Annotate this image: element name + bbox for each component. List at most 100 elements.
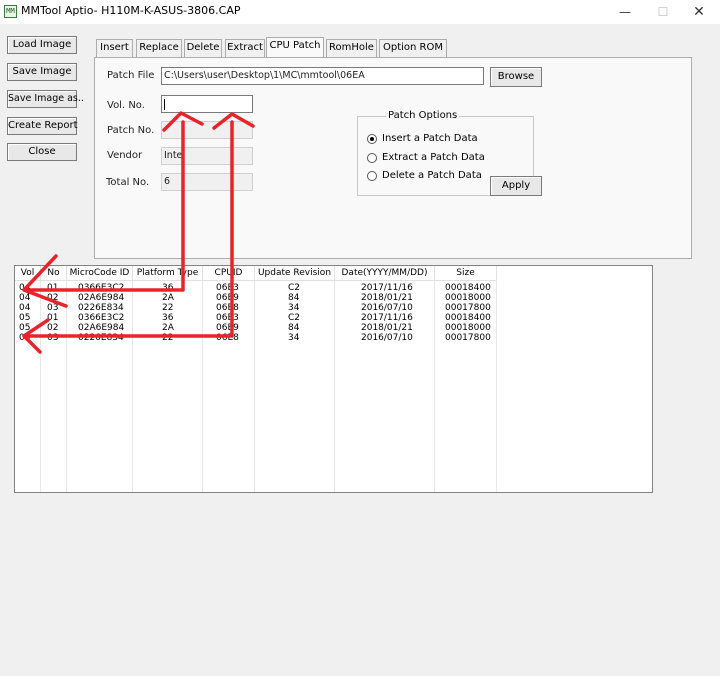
table-cell: 00018400	[445, 313, 491, 323]
table-cell: 00018400	[445, 283, 491, 293]
radio-extract-patch[interactable]	[367, 153, 377, 163]
table-cell: 0366E3C2	[78, 283, 125, 293]
save-image-as-button[interactable]: Save Image as..	[7, 90, 84, 108]
table-cell: 2A	[162, 293, 174, 303]
table-cell: 02A6E984	[78, 323, 125, 333]
table-cell: 2018/01/21	[361, 323, 413, 333]
table-cell: C2	[288, 313, 301, 323]
column-divider	[202, 281, 203, 492]
table-cell: 2018/01/21	[361, 293, 413, 303]
table-cell: 04	[19, 293, 31, 303]
column-header-platform-type[interactable]: Platform Type	[133, 266, 203, 281]
column-header-cpuid[interactable]: CPUID	[203, 266, 255, 281]
column-divider	[254, 281, 255, 492]
save-image-button[interactable]: Save Image	[7, 63, 77, 81]
minimize-button[interactable]: —	[610, 2, 640, 22]
vendor-label: Vendor	[107, 150, 143, 161]
tab-replace[interactable]: Replace	[136, 39, 182, 57]
table-cell: 00018000	[445, 293, 491, 303]
table-cell: 03	[47, 333, 59, 343]
title-bar: MM MMTool Aptio- H110M-K-ASUS-3806.CAP —…	[0, 0, 720, 24]
column-divider	[40, 281, 41, 492]
column-header-date[interactable]: Date(YYYY/MM/DD)	[335, 266, 435, 281]
table-cell: 03	[47, 303, 59, 313]
close-window-button[interactable]: ✕	[684, 2, 714, 22]
close-button[interactable]: Close	[7, 143, 77, 161]
column-divider	[132, 281, 133, 492]
tab-cpu-patch[interactable]: CPU Patch	[266, 37, 324, 57]
total-no-label: Total No.	[106, 177, 150, 188]
table-cell: 22	[162, 333, 174, 343]
table-cell: 02A6E984	[78, 293, 125, 303]
column-header-update-revision[interactable]: Update Revision	[255, 266, 335, 281]
tab-option-rom[interactable]: Option ROM	[379, 39, 447, 57]
column-divider	[334, 281, 335, 492]
table-cell: 00017800	[445, 303, 491, 313]
table-cell: 2016/07/10	[361, 333, 413, 343]
load-image-button[interactable]: Load Image	[7, 36, 77, 54]
table-cell: 06E9	[216, 293, 239, 303]
tab-romhole[interactable]: RomHole	[326, 39, 377, 57]
app-icon: MM	[4, 5, 17, 18]
radio-delete-patch[interactable]	[367, 171, 377, 181]
column-divider	[434, 281, 435, 492]
patch-no-label: Patch No.	[107, 125, 155, 136]
table-cell: 84	[288, 293, 300, 303]
table-cell: 01	[47, 283, 59, 293]
table-cell: 0226E834	[78, 303, 124, 313]
patch-options-title: Patch Options	[386, 110, 460, 121]
column-header-microcode-id[interactable]: MicroCode ID	[67, 266, 133, 281]
table-cell: 05	[19, 323, 31, 333]
table-cell: 34	[288, 333, 300, 343]
table-cell: 02	[47, 293, 59, 303]
table-cell: C2	[288, 283, 301, 293]
tab-insert[interactable]: Insert	[96, 39, 133, 57]
maximize-button[interactable]: ☐	[648, 2, 678, 22]
table-cell: 06E3	[216, 313, 239, 323]
table-cell: 06E3	[216, 283, 239, 293]
table-cell: 0366E3C2	[78, 313, 125, 323]
vol-no-field[interactable]	[161, 95, 253, 113]
table-cell: 36	[162, 283, 174, 293]
table-cell: 05	[19, 333, 31, 343]
radio-insert-patch-label[interactable]: Insert a Patch Data	[382, 133, 478, 144]
table-cell: 34	[288, 303, 300, 313]
column-divider	[496, 281, 497, 492]
table-cell: 2016/07/10	[361, 303, 413, 313]
patch-file-label: Patch File	[107, 70, 155, 81]
tab-delete[interactable]: Delete	[184, 39, 222, 57]
radio-delete-patch-label[interactable]: Delete a Patch Data	[382, 170, 482, 181]
table-cell: 02	[47, 323, 59, 333]
patch-no-field	[161, 121, 253, 139]
table-cell: 00017800	[445, 333, 491, 343]
browse-button[interactable]: Browse	[490, 67, 542, 87]
microcode-table[interactable]: Vol No MicroCode ID Platform Type CPUID …	[14, 265, 653, 493]
create-report-button[interactable]: Create Report	[7, 117, 78, 135]
tab-extract[interactable]: Extract	[225, 39, 265, 57]
radio-extract-patch-label[interactable]: Extract a Patch Data	[382, 152, 485, 163]
column-header-size[interactable]: Size	[435, 266, 497, 281]
total-no-field: 6	[161, 173, 253, 191]
table-cell: 00018000	[445, 323, 491, 333]
table-cell: 05	[19, 313, 31, 323]
apply-button[interactable]: Apply	[490, 176, 542, 196]
table-cell: 0226E834	[78, 333, 124, 343]
vol-no-label: Vol. No.	[107, 100, 145, 111]
column-header-vol[interactable]: Vol	[15, 266, 41, 281]
table-cell: 2A	[162, 323, 174, 333]
column-header-no[interactable]: No	[41, 266, 67, 281]
table-cell: 04	[19, 283, 31, 293]
table-cell: 36	[162, 313, 174, 323]
table-cell: 06E9	[216, 323, 239, 333]
window-title: MMTool Aptio- H110M-K-ASUS-3806.CAP	[21, 4, 241, 17]
table-cell: 04	[19, 303, 31, 313]
table-cell: 01	[47, 313, 59, 323]
patch-file-field[interactable]: C:\Users\user\Desktop\1\MC\mmtool\06EA	[161, 67, 484, 85]
vendor-field: Intel	[161, 147, 253, 165]
text-caret	[164, 99, 165, 110]
radio-insert-patch[interactable]	[367, 134, 377, 144]
table-cell: 06E8	[216, 333, 239, 343]
column-divider	[66, 281, 67, 492]
table-cell: 84	[288, 323, 300, 333]
table-cell: 2017/11/16	[361, 313, 413, 323]
